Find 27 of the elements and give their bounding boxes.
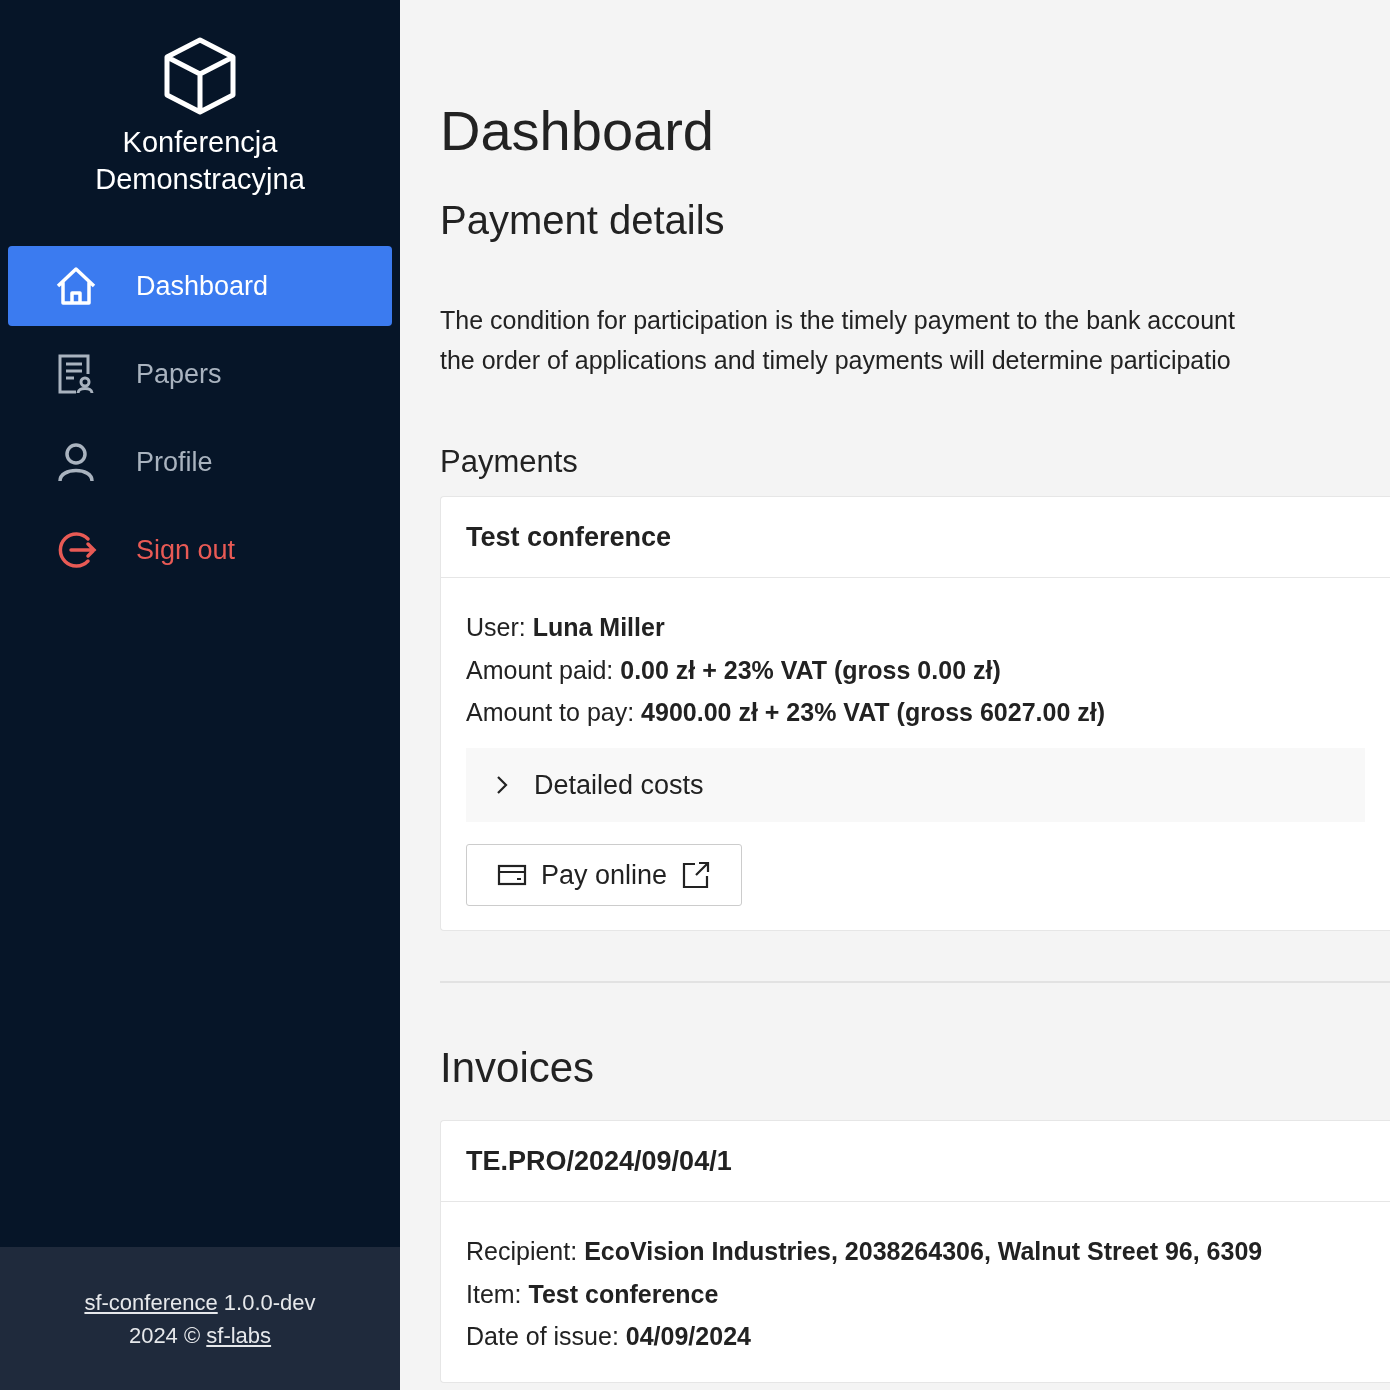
card-title: TE.PRO/2024/09/04/1 (441, 1120, 1390, 1203)
app-title: Konferencja Demonstracyjna (95, 125, 305, 198)
page-title: Dashboard (440, 100, 715, 162)
nav-item[interactable]: Papers (8, 334, 392, 415)
copyright-text: 2024 © sf-labs (128, 1321, 272, 1350)
chevron-icon (494, 774, 510, 795)
nav-item[interactable]: Sign out (8, 510, 392, 591)
detail-line: Amount to pay: 4900.00 zł + 23% VAT (gross 6027.00 zł) (466, 697, 1105, 729)
nav-item[interactable]: Profile (8, 422, 392, 503)
card-title: Test conference (441, 496, 1390, 579)
detail-line: Date of issue: 04/09/2024 (466, 1321, 751, 1353)
org-link[interactable]: sf-labs (206, 1322, 272, 1348)
detail-line: Item: Test conference (466, 1278, 719, 1310)
detail-line: User: Luna Miller (466, 612, 665, 644)
section-title: Payment details (440, 196, 726, 244)
detail-line: Recipient: EcoVision Industries, 2038264306, Walnut Street 96, 6309 (466, 1236, 1263, 1268)
cube-logo-icon (163, 36, 237, 116)
invoices-heading: Invoices (440, 1043, 596, 1094)
detail-line: Amount paid: 0.00 zł + 23% VAT (gross 0.00 zł) (466, 654, 1001, 686)
payments-heading: Payments (440, 442, 579, 480)
pay-online-button[interactable]: Pay online (466, 843, 743, 907)
version-text: sf-conference 1.0.0-dev (84, 1288, 316, 1317)
nav-item[interactable]: Dashboard (8, 246, 392, 327)
details-toggle[interactable]: Detailed costs (466, 747, 1365, 822)
external-link-icon (681, 860, 712, 891)
intro-paragraph: The condition for participation is the timely payment to the bank account the order of applications and timely payments will determine participatio (440, 304, 1236, 377)
app-link[interactable]: sf-conference (84, 1289, 218, 1315)
